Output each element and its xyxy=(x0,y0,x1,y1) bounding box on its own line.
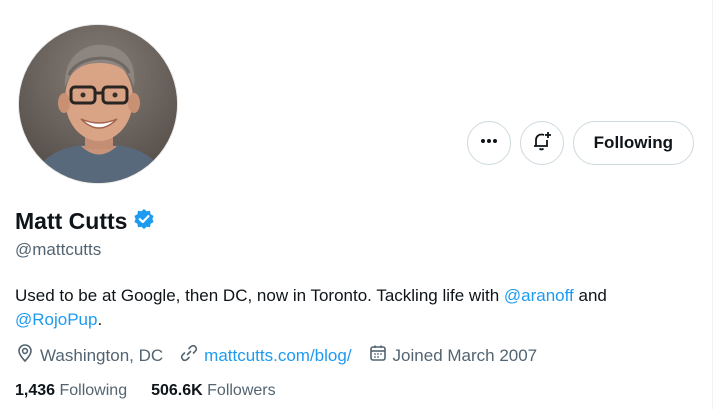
more-icon xyxy=(479,131,499,156)
website-link[interactable]: mattcutts.com/blog/ xyxy=(204,346,351,366)
following-stat[interactable]: 1,436 Following xyxy=(15,382,127,400)
followers-stat-label: Followers xyxy=(207,382,276,399)
following-stat-label: Following xyxy=(59,382,128,399)
column-border xyxy=(712,0,718,409)
followers-stat[interactable]: 506.6K Followers xyxy=(151,382,276,400)
profile-bio: Used to be at Google, then DC, now in To… xyxy=(15,284,675,332)
profile-actions: Following xyxy=(466,121,694,165)
website: mattcutts.com/blog/ xyxy=(179,343,352,368)
more-button[interactable] xyxy=(466,121,511,165)
bio-text: Used to be at Google, then DC, now in To… xyxy=(15,286,504,305)
name-row: Matt Cutts xyxy=(15,208,155,235)
bio-text-end: . xyxy=(97,310,103,329)
avatar-portrait xyxy=(19,25,177,183)
notifications-button[interactable] xyxy=(519,121,564,165)
join-date: Joined March 2007 xyxy=(368,343,538,368)
bell-plus-icon xyxy=(531,130,553,157)
verified-badge-icon xyxy=(133,208,155,235)
following-count: 1,436 xyxy=(15,382,56,399)
link-icon xyxy=(179,343,199,368)
display-name: Matt Cutts xyxy=(15,208,128,234)
following-button[interactable]: Following xyxy=(572,121,694,165)
followers-count: 506.6K xyxy=(151,382,203,399)
location: Washington, DC xyxy=(15,343,163,368)
user-handle: @mattcutts xyxy=(15,240,102,259)
join-date-text: Joined March 2007 xyxy=(392,345,538,365)
calendar-icon xyxy=(368,343,388,368)
bio-text-middle: and xyxy=(573,286,607,305)
avatar[interactable] xyxy=(18,24,178,184)
mention-aranoff[interactable]: @aranoff xyxy=(504,286,574,305)
mention-rojopup[interactable]: @RojoPup xyxy=(15,310,97,329)
location-pin-icon xyxy=(15,343,35,368)
follow-stats: 1,436 Following 506.6K Followers xyxy=(15,382,300,400)
location-text: Washington, DC xyxy=(40,345,164,365)
profile-meta: Washington, DC mattcutts.com/blog/ Joine… xyxy=(15,343,553,368)
